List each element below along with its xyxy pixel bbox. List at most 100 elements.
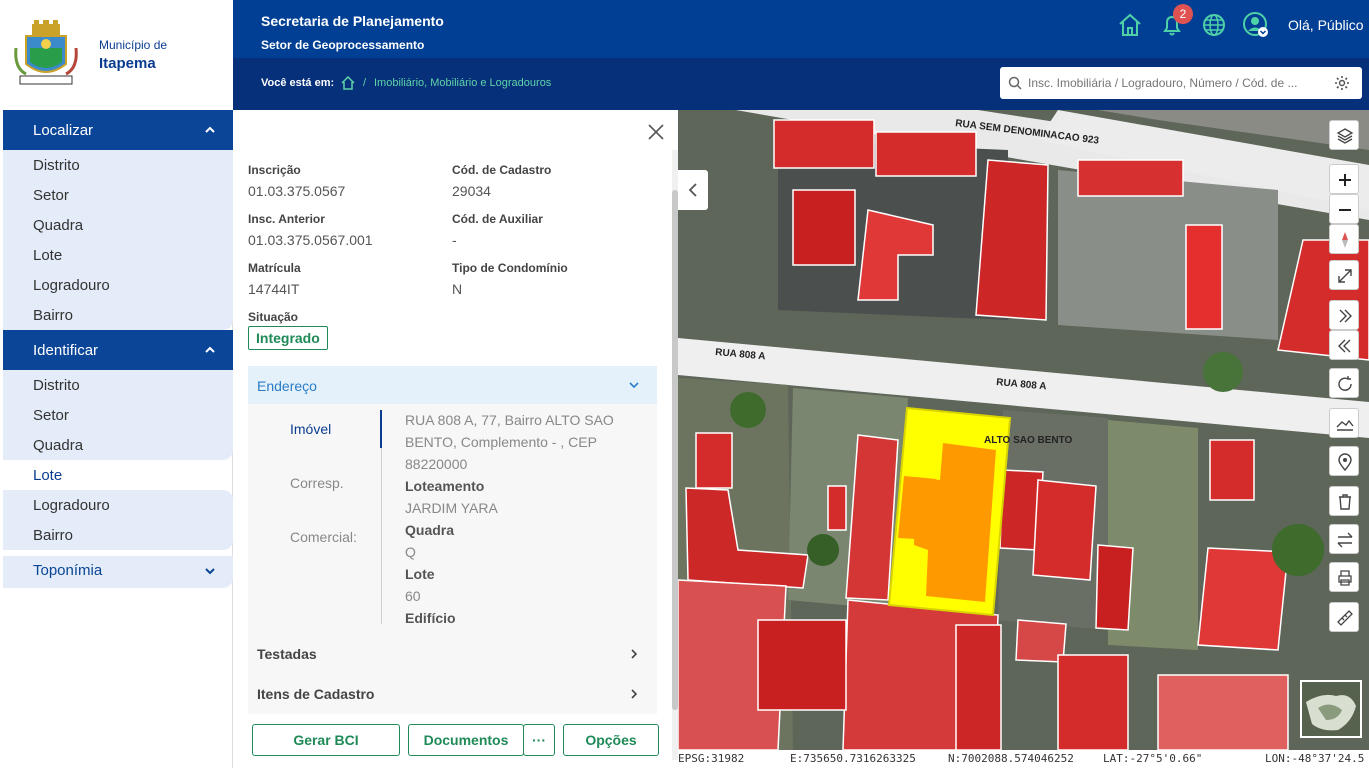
matricula-label: Matrícula bbox=[248, 261, 301, 275]
documentos-button[interactable]: Documentos bbox=[408, 724, 524, 756]
gerar-bci-button[interactable]: Gerar BCI bbox=[252, 724, 400, 756]
address-line: BENTO, Complemento - , CEP bbox=[405, 434, 597, 450]
search-input[interactable] bbox=[1028, 74, 1328, 92]
matricula-value: 14744IT bbox=[248, 281, 300, 297]
compass-button[interactable] bbox=[1329, 224, 1359, 254]
bairro-label: ALTO SAO BENTO bbox=[984, 435, 1073, 446]
status-badge: Integrado bbox=[248, 326, 328, 350]
insc-anterior-label: Insc. Anterior bbox=[248, 212, 325, 226]
aerial-map[interactable]: RUA SEM DENOMINACAO 923 RUA 808 A RUA 80… bbox=[678, 110, 1369, 750]
terrain-button[interactable] bbox=[1329, 408, 1359, 438]
localizar-item-logradouro[interactable]: Logradouro bbox=[33, 277, 110, 294]
breadcrumb-label: Você está em: bbox=[261, 77, 335, 89]
app-subtitle: Setor de Geoprocessamento bbox=[261, 38, 425, 52]
chevron-right-icon bbox=[631, 649, 638, 659]
trash-button[interactable] bbox=[1329, 486, 1359, 516]
refresh-icon bbox=[1338, 376, 1352, 391]
identificar-item-distrito[interactable]: Distrito bbox=[33, 377, 80, 394]
user-avatar-icon[interactable] bbox=[1243, 12, 1269, 38]
identificar-item-lote[interactable]: Lote bbox=[33, 467, 62, 484]
localizar-list: Distrito Setor Quadra Lote Logradouro Ba… bbox=[3, 150, 233, 330]
identificar-item-logradouro[interactable]: Logradouro bbox=[33, 497, 110, 514]
search-icon bbox=[1008, 76, 1022, 90]
zoom-in-button[interactable] bbox=[1329, 164, 1359, 194]
section-title: Localizar bbox=[33, 122, 94, 139]
edificio-label: Edifício bbox=[405, 610, 456, 626]
collapse-panel-button[interactable] bbox=[678, 170, 708, 210]
endereco-title: Endereço bbox=[257, 378, 317, 394]
layers-button[interactable] bbox=[1329, 120, 1359, 150]
coordinates-bar: EPSG:31982 E:735650.7316263325 N:7002088… bbox=[678, 750, 1369, 768]
location-button[interactable] bbox=[1329, 446, 1359, 476]
zoom-out-icon bbox=[1339, 209, 1351, 211]
identificar-item-setor[interactable]: Setor bbox=[33, 407, 69, 424]
cod-auxiliar-value: - bbox=[452, 232, 457, 248]
itens-cadastro-accordion[interactable]: Itens de Cadastro bbox=[248, 674, 657, 714]
municipality-name: Itapema bbox=[99, 55, 156, 72]
localizar-item-quadra[interactable]: Quadra bbox=[33, 217, 83, 234]
chevron-down-icon bbox=[205, 568, 215, 575]
localizar-item-distrito[interactable]: Distrito bbox=[33, 157, 80, 174]
identificar-item-bairro[interactable]: Bairro bbox=[33, 527, 73, 544]
user-greeting[interactable]: Olá, Público bbox=[1288, 17, 1363, 33]
lon-readout: LON:-48°37'24.5 bbox=[1265, 752, 1365, 765]
ruler-button[interactable] bbox=[1329, 602, 1359, 632]
minimap-icon bbox=[1302, 682, 1360, 736]
localizar-item-bairro[interactable]: Bairro bbox=[33, 307, 73, 324]
opcoes-button[interactable]: Opções bbox=[563, 724, 659, 756]
fullscreen-button[interactable] bbox=[1329, 260, 1359, 290]
localizar-item-lote[interactable]: Lote bbox=[33, 247, 62, 264]
swap-icon bbox=[1337, 532, 1353, 548]
quadra-label: Quadra bbox=[405, 522, 455, 538]
home-icon[interactable] bbox=[1117, 12, 1143, 38]
testadas-accordion[interactable]: Testadas bbox=[248, 634, 657, 674]
quadra-value: Q bbox=[405, 544, 416, 560]
lote-value: 60 bbox=[405, 588, 421, 604]
sidebar-section-toponimia[interactable]: Toponímia bbox=[3, 556, 233, 588]
zoom-out-button[interactable] bbox=[1329, 194, 1359, 224]
trash-icon bbox=[1339, 494, 1351, 510]
previous-extent-button[interactable] bbox=[1329, 330, 1359, 360]
compass-icon bbox=[1342, 232, 1348, 248]
insc-anterior-value: 01.03.375.0567.001 bbox=[248, 232, 373, 248]
north-readout: N:7002088.574046252 bbox=[948, 752, 1074, 765]
identificar-item-quadra[interactable]: Quadra bbox=[33, 437, 83, 454]
close-icon[interactable] bbox=[646, 122, 666, 142]
tab-corresp[interactable]: Corresp. bbox=[290, 475, 344, 491]
breadcrumb-home-icon[interactable] bbox=[341, 76, 355, 90]
loteamento-label: Loteamento bbox=[405, 478, 485, 494]
next-extent-button[interactable] bbox=[1329, 300, 1359, 330]
tab-divider bbox=[381, 448, 382, 624]
layers-icon bbox=[1336, 128, 1354, 144]
globe-icon[interactable] bbox=[1201, 12, 1227, 38]
breadcrumb-separator: / bbox=[363, 77, 367, 89]
localizar-item-setor[interactable]: Setor bbox=[33, 187, 69, 204]
chevron-right-icon bbox=[631, 689, 638, 699]
print-button[interactable] bbox=[1329, 562, 1359, 592]
overview-minimap[interactable] bbox=[1300, 680, 1362, 738]
terrain-icon bbox=[1336, 419, 1354, 431]
lote-label: Lote bbox=[405, 566, 435, 582]
more-options-button[interactable]: ··· bbox=[523, 724, 555, 756]
inscricao-label: Inscrição bbox=[248, 163, 301, 177]
print-icon bbox=[1338, 570, 1352, 586]
endereco-accordion[interactable]: Endereço bbox=[248, 366, 657, 404]
sidebar-section-identificar[interactable]: Identificar bbox=[3, 330, 233, 370]
top-bar: Secretaria de Planejamento Setor de Geop… bbox=[233, 0, 1369, 58]
inscricao-value: 01.03.375.0567 bbox=[248, 183, 346, 199]
situacao-label: Situação bbox=[248, 310, 299, 324]
address-line: 88220000 bbox=[405, 456, 468, 472]
breadcrumb-current[interactable]: Imobiliário, Mobiliário e Logradouros bbox=[374, 77, 551, 89]
swap-button[interactable] bbox=[1329, 524, 1359, 554]
section-title: Toponímia bbox=[33, 562, 103, 579]
map-view[interactable]: RUA SEM DENOMINACAO 923 RUA 808 A RUA 80… bbox=[678, 110, 1369, 750]
sidebar-section-localizar[interactable]: Localizar bbox=[3, 110, 233, 150]
breadcrumb-bar: Você está em: / Imobiliário, Mobiliário … bbox=[233, 58, 1369, 110]
endereco-content: Imóvel Corresp. Comercial: RUA 808 A, 77… bbox=[248, 404, 657, 634]
tab-imovel[interactable]: Imóvel bbox=[290, 421, 331, 437]
gear-icon[interactable] bbox=[1334, 75, 1350, 91]
search-box bbox=[1000, 67, 1362, 99]
refresh-button[interactable] bbox=[1329, 368, 1359, 398]
next-extent-icon bbox=[1339, 309, 1352, 323]
tab-comercial[interactable]: Comercial: bbox=[290, 529, 357, 545]
